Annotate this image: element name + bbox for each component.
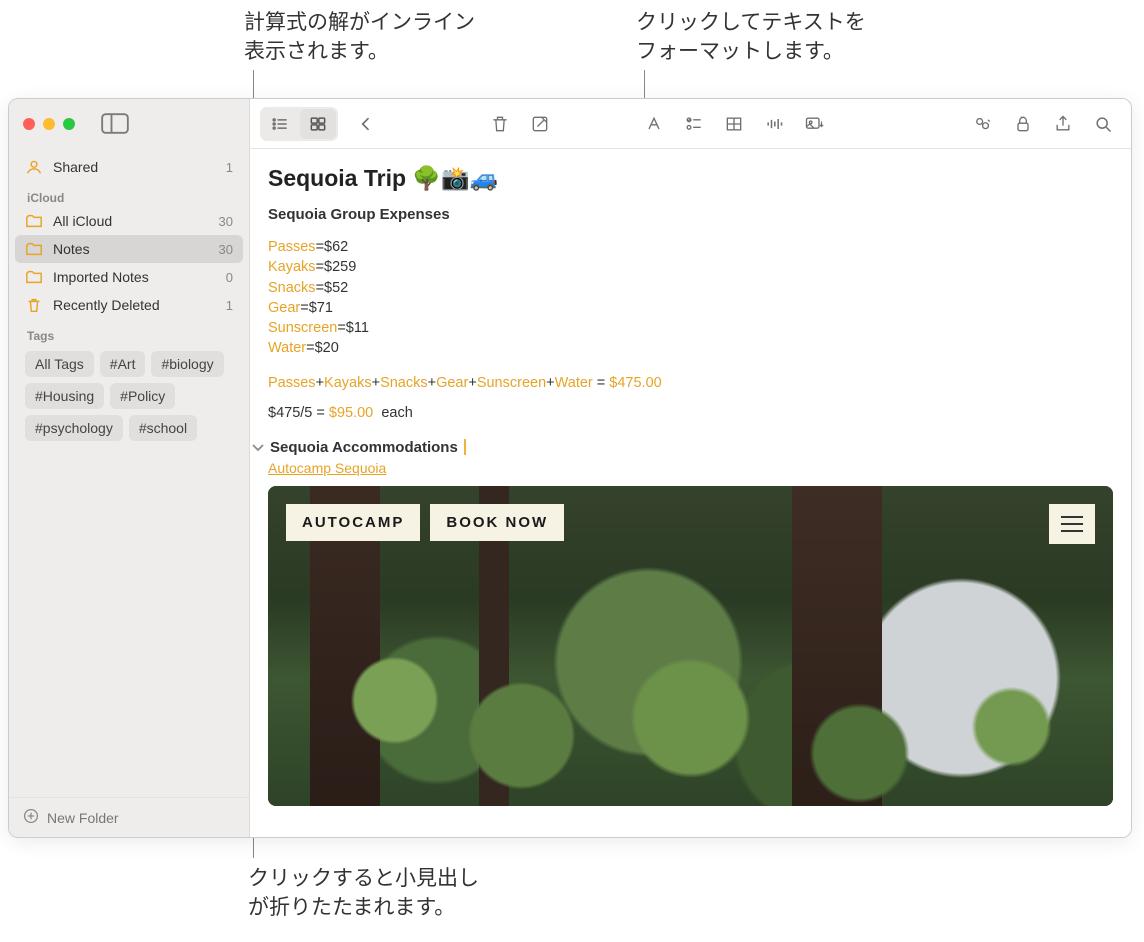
gallery-view-button[interactable] [300, 109, 336, 139]
section-heading-accommodations[interactable]: Sequoia Accommodations [250, 439, 1113, 456]
titlebar-left [9, 99, 249, 149]
new-folder-button[interactable]: New Folder [9, 797, 249, 837]
expense-line: Passes=$62 [268, 237, 1113, 257]
new-note-button[interactable] [522, 109, 558, 139]
sidebar-item-label: Notes [53, 241, 209, 257]
sum-result: $475.00 [609, 375, 661, 391]
sidebar-item-count: 1 [226, 298, 233, 313]
section-heading-text: Sequoia Accommodations [270, 439, 458, 456]
trash-icon [25, 296, 43, 314]
sidebar-group-tags: Tags [15, 319, 243, 345]
sidebar-item-count: 1 [226, 160, 233, 175]
media-button[interactable] [796, 109, 832, 139]
folder-icon [25, 212, 43, 230]
sidebar-list: Shared 1 iCloud All iCloud 30 Notes 30 [9, 149, 249, 447]
accommodation-link[interactable]: Autocamp Sequoia [268, 460, 386, 476]
link-note-button[interactable] [965, 109, 1001, 139]
tag-chip[interactable]: #biology [151, 351, 223, 377]
expense-line: Water=$20 [268, 338, 1113, 358]
sidebar-item-count: 0 [226, 270, 233, 285]
link-preview-card[interactable]: AUTOCAMP BOOK NOW [268, 486, 1113, 806]
sidebar-item-imported[interactable]: Imported Notes 0 [15, 263, 243, 291]
share-button[interactable] [1045, 109, 1081, 139]
format-button[interactable] [636, 109, 672, 139]
checklist-button[interactable] [676, 109, 712, 139]
callout-inline-math: 計算式の解がインライン 表示されます。 [244, 8, 475, 67]
sum-line: Passes+Kayaks+Snacks+Gear+Sunscreen+Wate… [268, 375, 1113, 391]
tag-chip[interactable]: All Tags [25, 351, 94, 377]
close-window-button[interactable] [23, 118, 35, 130]
audio-button[interactable] [756, 109, 792, 139]
preview-logo: AUTOCAMP [286, 504, 420, 541]
sidebar-item-all-icloud[interactable]: All iCloud 30 [15, 207, 243, 235]
sidebar-item-shared[interactable]: Shared 1 [15, 153, 243, 181]
sidebar-item-label: Shared [53, 159, 216, 175]
division-lhs: $475/5 = [268, 405, 325, 421]
tag-chip[interactable]: #Art [100, 351, 146, 377]
lock-button[interactable] [1005, 109, 1041, 139]
tag-chip[interactable]: #psychology [25, 415, 123, 441]
callout-line [644, 70, 645, 100]
chevron-down-icon[interactable] [250, 439, 266, 455]
division-result: $95.00 [329, 405, 373, 421]
sidebar-group-icloud[interactable]: iCloud [15, 181, 243, 207]
zoom-window-button[interactable] [63, 118, 75, 130]
expense-line: Snacks=$52 [268, 278, 1113, 298]
note-title: Sequoia Trip 🌳📸🚙 [268, 165, 1113, 192]
division-line: $475/5 = $95.00 each [268, 405, 1113, 421]
preview-menu-button[interactable] [1049, 504, 1095, 544]
search-button[interactable] [1085, 109, 1121, 139]
note-content[interactable]: Sequoia Trip 🌳📸🚙 Sequoia Group Expenses … [250, 149, 1131, 837]
sidebar-item-count: 30 [219, 214, 233, 229]
preview-foliage [268, 630, 1113, 806]
app-window: Shared 1 iCloud All iCloud 30 Notes 30 [8, 98, 1132, 838]
expense-line: Kayaks=$259 [268, 257, 1113, 277]
tag-chip[interactable]: #Policy [110, 383, 175, 409]
callout-format-text: クリックしてテキストを フォーマットします。 [636, 8, 866, 67]
sidebar-item-recently-deleted[interactable]: Recently Deleted 1 [15, 291, 243, 319]
sidebar-item-count: 30 [219, 242, 233, 257]
sidebar-toggle-button[interactable] [101, 113, 129, 135]
sidebar-item-label: Recently Deleted [53, 297, 216, 313]
tags-container: All Tags #Art #biology #Housing #Policy … [15, 345, 243, 447]
sidebar-item-label: All iCloud [53, 213, 209, 229]
back-button[interactable] [348, 109, 384, 139]
tag-chip[interactable]: #school [129, 415, 197, 441]
toolbar [250, 99, 1131, 149]
text-cursor [464, 439, 466, 455]
folder-icon [25, 240, 43, 258]
main-pane: Sequoia Trip 🌳📸🚙 Sequoia Group Expenses … [250, 99, 1131, 837]
expense-line: Sunscreen=$11 [268, 318, 1113, 338]
sidebar: Shared 1 iCloud All iCloud 30 Notes 30 [9, 99, 250, 837]
division-suffix: each [381, 405, 412, 421]
sidebar-item-label: Imported Notes [53, 269, 216, 285]
tag-chip[interactable]: #Housing [25, 383, 104, 409]
minimize-window-button[interactable] [43, 118, 55, 130]
sidebar-item-notes[interactable]: Notes 30 [15, 235, 243, 263]
new-folder-label: New Folder [47, 810, 119, 826]
expense-line: Gear=$71 [268, 298, 1113, 318]
note-subtitle: Sequoia Group Expenses [268, 206, 1113, 223]
list-view-button[interactable] [262, 109, 298, 139]
expense-list: Passes=$62Kayaks=$259Snacks=$52Gear=$71S… [268, 237, 1113, 359]
table-button[interactable] [716, 109, 752, 139]
delete-button[interactable] [482, 109, 518, 139]
shared-icon [25, 158, 43, 176]
folder-icon [25, 268, 43, 286]
callout-collapse-heading: クリックすると小見出し が折りたたまれます。 [248, 864, 479, 923]
preview-cta-button[interactable]: BOOK NOW [430, 504, 564, 541]
plus-circle-icon [23, 808, 39, 827]
